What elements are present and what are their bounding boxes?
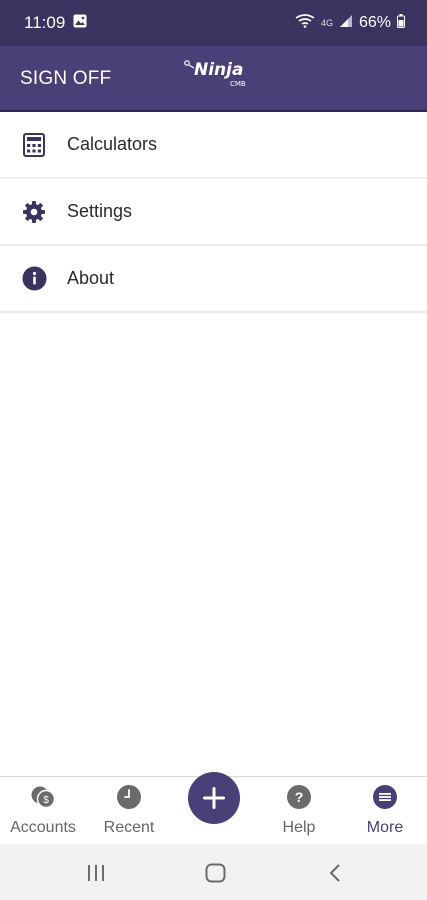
menu-item-about[interactable]: About	[0, 246, 427, 313]
home-button[interactable]	[205, 863, 226, 888]
add-button[interactable]	[188, 772, 240, 824]
calculator-icon	[21, 132, 47, 158]
system-nav-bar	[0, 844, 427, 900]
wifi-icon	[295, 13, 315, 33]
gear-icon	[21, 199, 47, 225]
image-notification-icon	[73, 14, 87, 33]
recent-apps-icon	[88, 865, 104, 881]
app-bar: SIGN OFF Ninja CMB	[0, 46, 427, 112]
help-icon: ?	[286, 784, 312, 810]
svg-text:$: $	[43, 795, 49, 806]
sign-off-button[interactable]: SIGN OFF	[20, 68, 111, 90]
back-icon	[329, 864, 340, 882]
menu-item-settings[interactable]: Settings	[0, 179, 427, 246]
battery-icon	[397, 13, 405, 33]
clock-icon	[116, 784, 142, 810]
menu-item-calculators[interactable]: Calculators	[0, 112, 427, 179]
menu-item-label: Calculators	[67, 134, 158, 154]
status-left: 11:09	[24, 13, 87, 33]
nav-label: Recent	[103, 819, 155, 836]
nav-recent[interactable]: Recent	[90, 777, 168, 845]
svg-text:?: ?	[295, 789, 304, 805]
status-time: 11:09	[24, 13, 66, 32]
nav-label: Accounts	[10, 819, 76, 836]
menu-list: Calculators Settings About	[0, 112, 427, 313]
screen: 11:09 4G 66% SIGN OFF Ninja CMB Calculat…	[0, 0, 427, 900]
status-right: 4G 66%	[295, 13, 405, 33]
menu-item-label: Settings	[67, 201, 133, 221]
menu-item-label: About	[67, 268, 115, 288]
info-icon	[21, 266, 47, 292]
nav-label: More	[366, 819, 404, 836]
recent-apps-button[interactable]	[86, 864, 106, 887]
more-icon	[372, 784, 398, 810]
logo-subtext: CMB	[230, 80, 246, 88]
nav-more[interactable]: More	[346, 777, 424, 845]
signal-icon	[339, 14, 353, 33]
nav-help[interactable]: ? Help	[260, 777, 338, 845]
back-button[interactable]	[328, 863, 342, 888]
nav-label: Help	[282, 819, 316, 836]
battery-percent: 66%	[358, 14, 391, 31]
ninja-logo-icon	[184, 60, 195, 69]
nav-accounts[interactable]: $ Accounts	[4, 777, 82, 845]
home-icon	[205, 863, 226, 883]
network-type: 4G	[320, 18, 333, 28]
plus-icon	[203, 787, 225, 809]
accounts-icon: $	[30, 784, 56, 810]
status-bar: 11:09 4G 66%	[0, 0, 427, 46]
